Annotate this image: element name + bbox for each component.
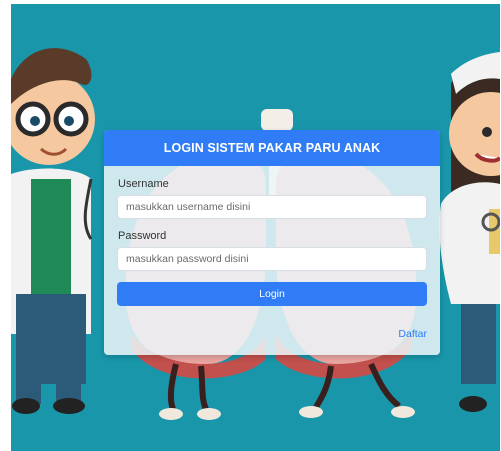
login-card: LOGIN SISTEM PAKAR PARU ANAK Username Pa… [104,130,440,355]
background-illustration: LOGIN SISTEM PAKAR PARU ANAK Username Pa… [11,4,500,451]
password-label: Password [118,230,167,242]
register-link[interactable]: Daftar [398,328,427,340]
login-form: Username Password Login [104,166,440,306]
username-label: Username [118,178,169,190]
boy-doctor-cartoon [11,48,95,414]
username-input[interactable] [117,195,427,219]
girl-doctor-cartoon [439,52,500,412]
login-button[interactable]: Login [117,282,427,306]
login-title: LOGIN SISTEM PAKAR PARU ANAK [104,130,440,166]
password-input[interactable] [117,247,427,271]
